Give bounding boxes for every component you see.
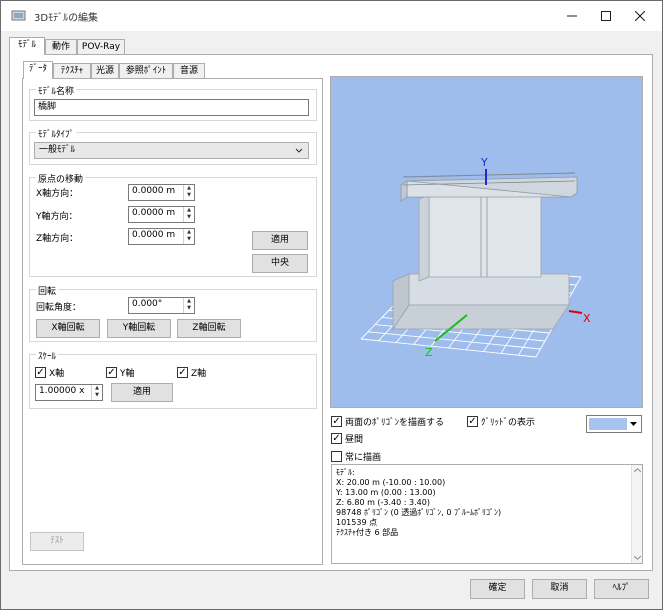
x-direction-stepper[interactable]: 0.0000 m ▲ ▼ (128, 184, 195, 201)
rotation-angle-label: 回転角度： (36, 303, 82, 313)
model-name-title: ﾓﾃﾞﾙ名称 (36, 84, 77, 97)
edit-3d-model-window: 3Dﾓﾃﾞﾙの編集 ﾓﾃﾞﾙ 動作 POV-Ray ﾃﾞｰﾀ ﾃｸｽﾁｬ 光源 … (0, 0, 663, 610)
cancel-button[interactable]: 取消 (532, 579, 587, 599)
info-scrollbar[interactable] (631, 465, 642, 563)
help-button[interactable]: ﾍﾙﾌﾟ (594, 579, 649, 599)
z-axis-label: Z (425, 346, 433, 359)
info-line: Z: 6.80 m (-3.40 : 3.40) (336, 498, 430, 507)
chevron-down-icon (295, 148, 303, 153)
show-grid-label: ｸﾞﾘｯﾄﾞの表示 (481, 418, 536, 428)
scale-y-checkbox[interactable]: ✓ Y軸 (106, 366, 135, 379)
checkbox-unchecked-icon (331, 451, 342, 462)
model-type-value: 一般ﾓﾃﾞﾙ (39, 145, 76, 155)
3d-viewport[interactable]: Y X Z (330, 76, 643, 408)
tab-reference-point[interactable]: 参照ﾎﾟｲﾝﾄ (119, 63, 173, 79)
close-icon (635, 11, 645, 21)
tab-texture[interactable]: ﾃｸｽﾁｬ (53, 63, 91, 79)
scale-apply-button[interactable]: 適用 (111, 383, 173, 402)
x-rotate-button[interactable]: X軸回転 (36, 319, 100, 338)
always-draw-label: 常に描画 (345, 453, 382, 463)
y-direction-value: 0.0000 m (132, 208, 176, 218)
model-name-input[interactable]: 橋脚 (34, 99, 309, 116)
info-line: X: 20.00 m (-10.00 : 10.00) (336, 478, 446, 487)
spin-arrows-icon[interactable]: ▲ ▼ (183, 229, 194, 244)
z-direction-value: 0.0000 m (132, 230, 176, 240)
rotation-angle-stepper[interactable]: 0.000° ▲ ▼ (128, 297, 195, 314)
checkbox-checked-icon: ✓ (331, 433, 342, 444)
minimize-button[interactable] (554, 1, 590, 31)
spin-arrows-icon[interactable]: ▲ ▼ (183, 207, 194, 222)
info-line: Y: 13.00 m (0.00 : 13.00) (336, 488, 436, 497)
maximize-icon (601, 11, 611, 21)
daytime-label: 昼間 (345, 435, 364, 445)
scale-title: ｽｹｰﾙ (36, 349, 59, 362)
checkbox-checked-icon: ✓ (177, 367, 188, 378)
model-type-title: ﾓﾃﾞﾙﾀｲﾌﾟ (36, 127, 77, 140)
scale-value: 1.00000 x (39, 386, 85, 396)
checkbox-checked-icon: ✓ (331, 416, 342, 427)
always-draw-checkbox[interactable]: 常に描画 (331, 450, 381, 463)
z-direction-label: Z軸方向： (36, 234, 79, 244)
daytime-checkbox[interactable]: ✓ 昼間 (331, 432, 363, 445)
info-line: ﾃｸｽﾁｬ付き 6 部品 (336, 528, 399, 537)
app-icon (11, 10, 26, 21)
scale-x-checkbox[interactable]: ✓ X軸 (35, 366, 64, 379)
checkbox-checked-icon: ✓ (467, 416, 478, 427)
info-line: 98748 ﾎﾟﾘｺﾞﾝ (0 透過ﾎﾟﾘｺﾞﾝ, 0 ﾌﾞﾙｰﾑﾎﾟﾘｺﾞﾝ) (336, 508, 502, 517)
tab-model[interactable]: ﾓﾃﾞﾙ (9, 37, 45, 55)
y-rotate-button[interactable]: Y軸回転 (107, 319, 171, 338)
scale-y-label: Y軸 (120, 369, 135, 379)
show-grid-checkbox[interactable]: ✓ ｸﾞﾘｯﾄﾞの表示 (467, 415, 535, 428)
x-direction-value: 0.0000 m (132, 186, 176, 196)
center-button[interactable]: 中央 (252, 254, 308, 273)
z-rotate-button[interactable]: Z軸回転 (177, 319, 241, 338)
spin-arrows-icon[interactable]: ▲ ▼ (91, 385, 102, 400)
y-axis-label: Y (480, 156, 488, 169)
chevron-down-icon (630, 422, 637, 426)
maximize-button[interactable] (588, 1, 624, 31)
double-sided-checkbox[interactable]: ✓ 両面のﾎﾟﾘｺﾞﾝを描画する (331, 415, 444, 428)
title-bar[interactable]: 3Dﾓﾃﾞﾙの編集 (1, 1, 662, 31)
info-line: 101539 点 (336, 518, 378, 527)
minimize-icon (567, 15, 577, 17)
x-axis-label: X (583, 312, 591, 325)
close-button[interactable] (622, 1, 658, 31)
checkbox-checked-icon: ✓ (35, 367, 46, 378)
tab-data[interactable]: ﾃﾞｰﾀ (23, 61, 53, 79)
tab-motion[interactable]: 動作 (45, 39, 77, 55)
ok-button[interactable]: 確定 (470, 579, 525, 599)
y-direction-label: Y軸方向： (36, 212, 78, 222)
window-title: 3Dﾓﾃﾞﾙの編集 (34, 13, 99, 24)
tab-povray[interactable]: POV-Ray (77, 39, 125, 55)
origin-move-title: 原点の移動 (36, 172, 86, 185)
x-direction-label: X軸方向： (36, 189, 79, 199)
tab-light[interactable]: 光源 (91, 63, 119, 79)
scale-stepper[interactable]: 1.00000 x ▲ ▼ (35, 384, 103, 401)
rotation-title: 回転 (36, 284, 59, 297)
y-direction-stepper[interactable]: 0.0000 m ▲ ▼ (128, 206, 195, 223)
rotation-angle-value: 0.000° (132, 299, 163, 309)
grid-color-swatch (589, 418, 627, 430)
test-button[interactable]: ﾃｽﾄ (30, 532, 84, 551)
scale-z-label: Z軸 (191, 369, 207, 379)
grid-color-picker[interactable] (586, 415, 642, 433)
spin-arrows-icon[interactable]: ▲ ▼ (183, 298, 194, 313)
info-line: ﾓﾃﾞﾙ: (336, 468, 355, 477)
scale-z-checkbox[interactable]: ✓ Z軸 (177, 366, 206, 379)
origin-apply-button[interactable]: 適用 (252, 231, 308, 250)
double-sided-label: 両面のﾎﾟﾘｺﾞﾝを描画する (345, 418, 445, 428)
spin-arrows-icon[interactable]: ▲ ▼ (183, 185, 194, 200)
tab-sound[interactable]: 音源 (173, 63, 205, 79)
scale-x-label: X軸 (49, 369, 65, 379)
checkbox-checked-icon: ✓ (106, 367, 117, 378)
model-info-box[interactable]: ﾓﾃﾞﾙ: X: 20.00 m (-10.00 : 10.00) Y: 13.… (331, 464, 643, 564)
model-type-select[interactable]: 一般ﾓﾃﾞﾙ (34, 142, 309, 159)
scroll-up-icon[interactable] (634, 468, 641, 473)
scroll-down-icon[interactable] (634, 555, 641, 560)
z-direction-stepper[interactable]: 0.0000 m ▲ ▼ (128, 228, 195, 245)
viewport-canvas[interactable]: Y X Z (331, 77, 643, 408)
